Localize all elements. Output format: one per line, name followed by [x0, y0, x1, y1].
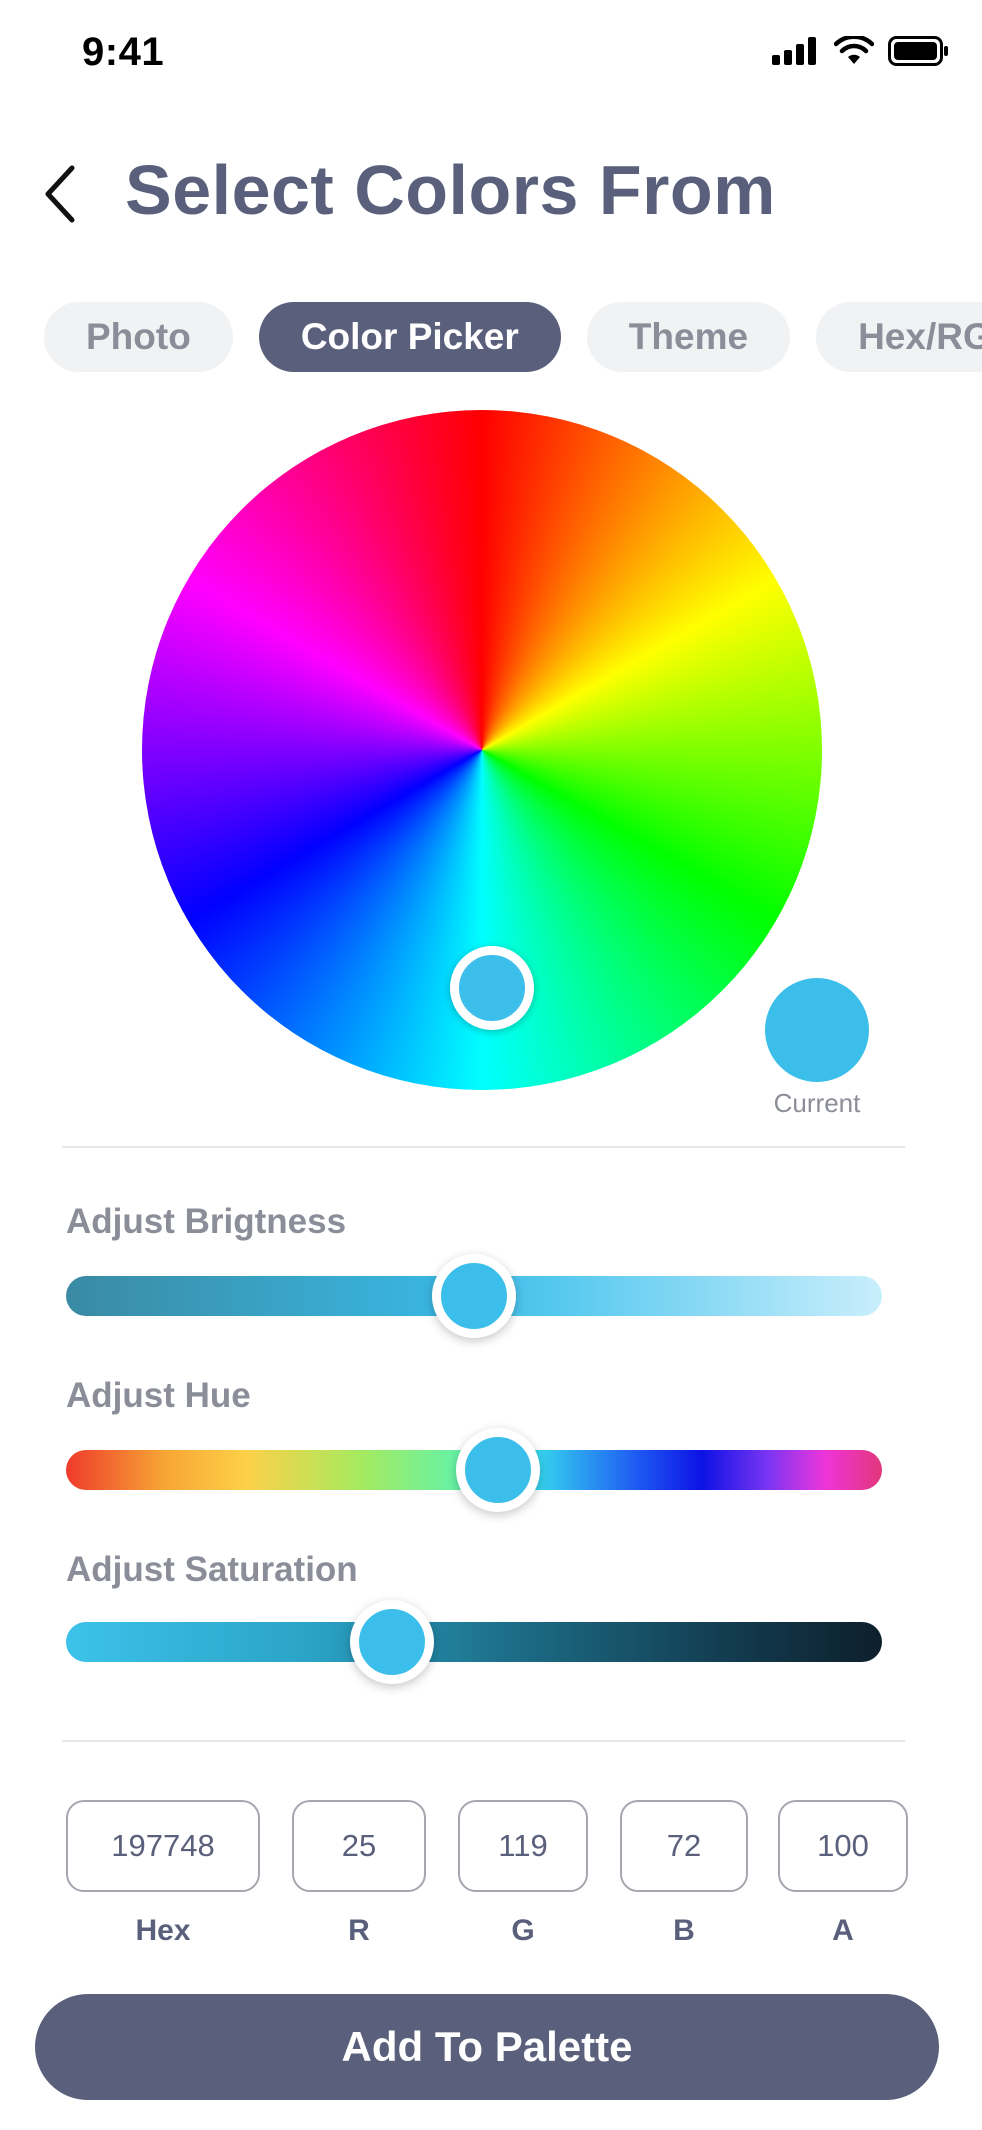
- status-icons: [772, 36, 950, 66]
- tab-photo[interactable]: Photo: [44, 302, 233, 372]
- tab-hex-rgb[interactable]: Hex/RGB: [816, 302, 982, 372]
- status-bar: 9:41: [0, 0, 982, 110]
- chevron-left-icon: [45, 165, 75, 223]
- saturation-label: Adjust Saturation: [66, 1550, 358, 1589]
- brightness-slider-thumb[interactable]: [432, 1254, 516, 1338]
- cellular-signal-icon: [772, 37, 816, 65]
- r-label: R: [348, 1914, 370, 1947]
- wifi-icon: [834, 36, 874, 64]
- current-color-swatch: [765, 978, 869, 1082]
- a-label: A: [832, 1914, 854, 1947]
- page-title: Select Colors From: [125, 151, 776, 229]
- battery-icon: [888, 36, 948, 66]
- tab-theme[interactable]: Theme: [586, 302, 791, 372]
- hue-label: Adjust Hue: [66, 1376, 251, 1415]
- divider: [62, 1146, 905, 1148]
- add-to-palette-button[interactable]: Add To Palette: [35, 1994, 939, 2100]
- color-wheel-container: [142, 410, 822, 1090]
- b-label: B: [673, 1914, 695, 1947]
- a-field[interactable]: 100: [778, 1800, 908, 1892]
- b-field[interactable]: 72: [620, 1800, 748, 1892]
- divider: [62, 1740, 905, 1742]
- saturation-slider[interactable]: [66, 1622, 882, 1662]
- g-label: G: [511, 1914, 535, 1947]
- back-button[interactable]: [30, 154, 90, 234]
- color-wheel-handle[interactable]: [450, 946, 534, 1030]
- header: Select Colors From: [0, 140, 982, 250]
- current-color-label: Current: [773, 1088, 861, 1118]
- source-tabs: Photo Color Picker Theme Hex/RGB: [44, 302, 982, 372]
- hex-label: Hex: [135, 1914, 191, 1947]
- r-field[interactable]: 25: [292, 1800, 426, 1892]
- hex-field[interactable]: 197748: [66, 1800, 260, 1892]
- status-time: 9:41: [82, 30, 165, 74]
- tab-color-picker[interactable]: Color Picker: [258, 302, 561, 372]
- saturation-slider-thumb[interactable]: [350, 1600, 435, 1684]
- g-field[interactable]: 119: [458, 1800, 588, 1892]
- brightness-label: Adjust Brigtness: [66, 1202, 347, 1241]
- hue-slider-thumb[interactable]: [456, 1428, 541, 1512]
